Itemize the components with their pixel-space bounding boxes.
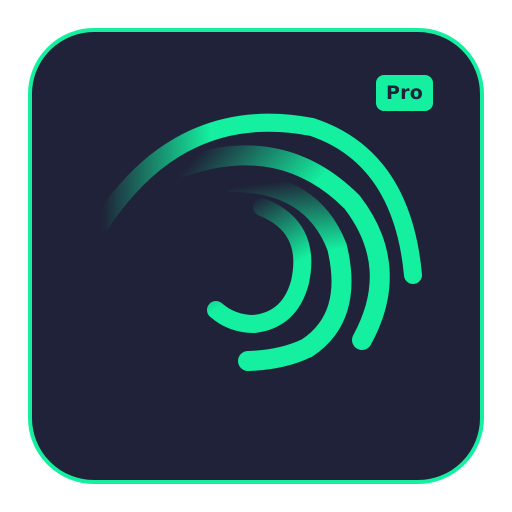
app-icon-tile[interactable]: Pro <box>28 28 484 484</box>
swirl-arc-third <box>222 172 352 371</box>
swirl-arc-inner <box>207 198 312 334</box>
pro-badge: Pro <box>376 75 433 111</box>
swirl-arc-outer <box>93 113 422 284</box>
